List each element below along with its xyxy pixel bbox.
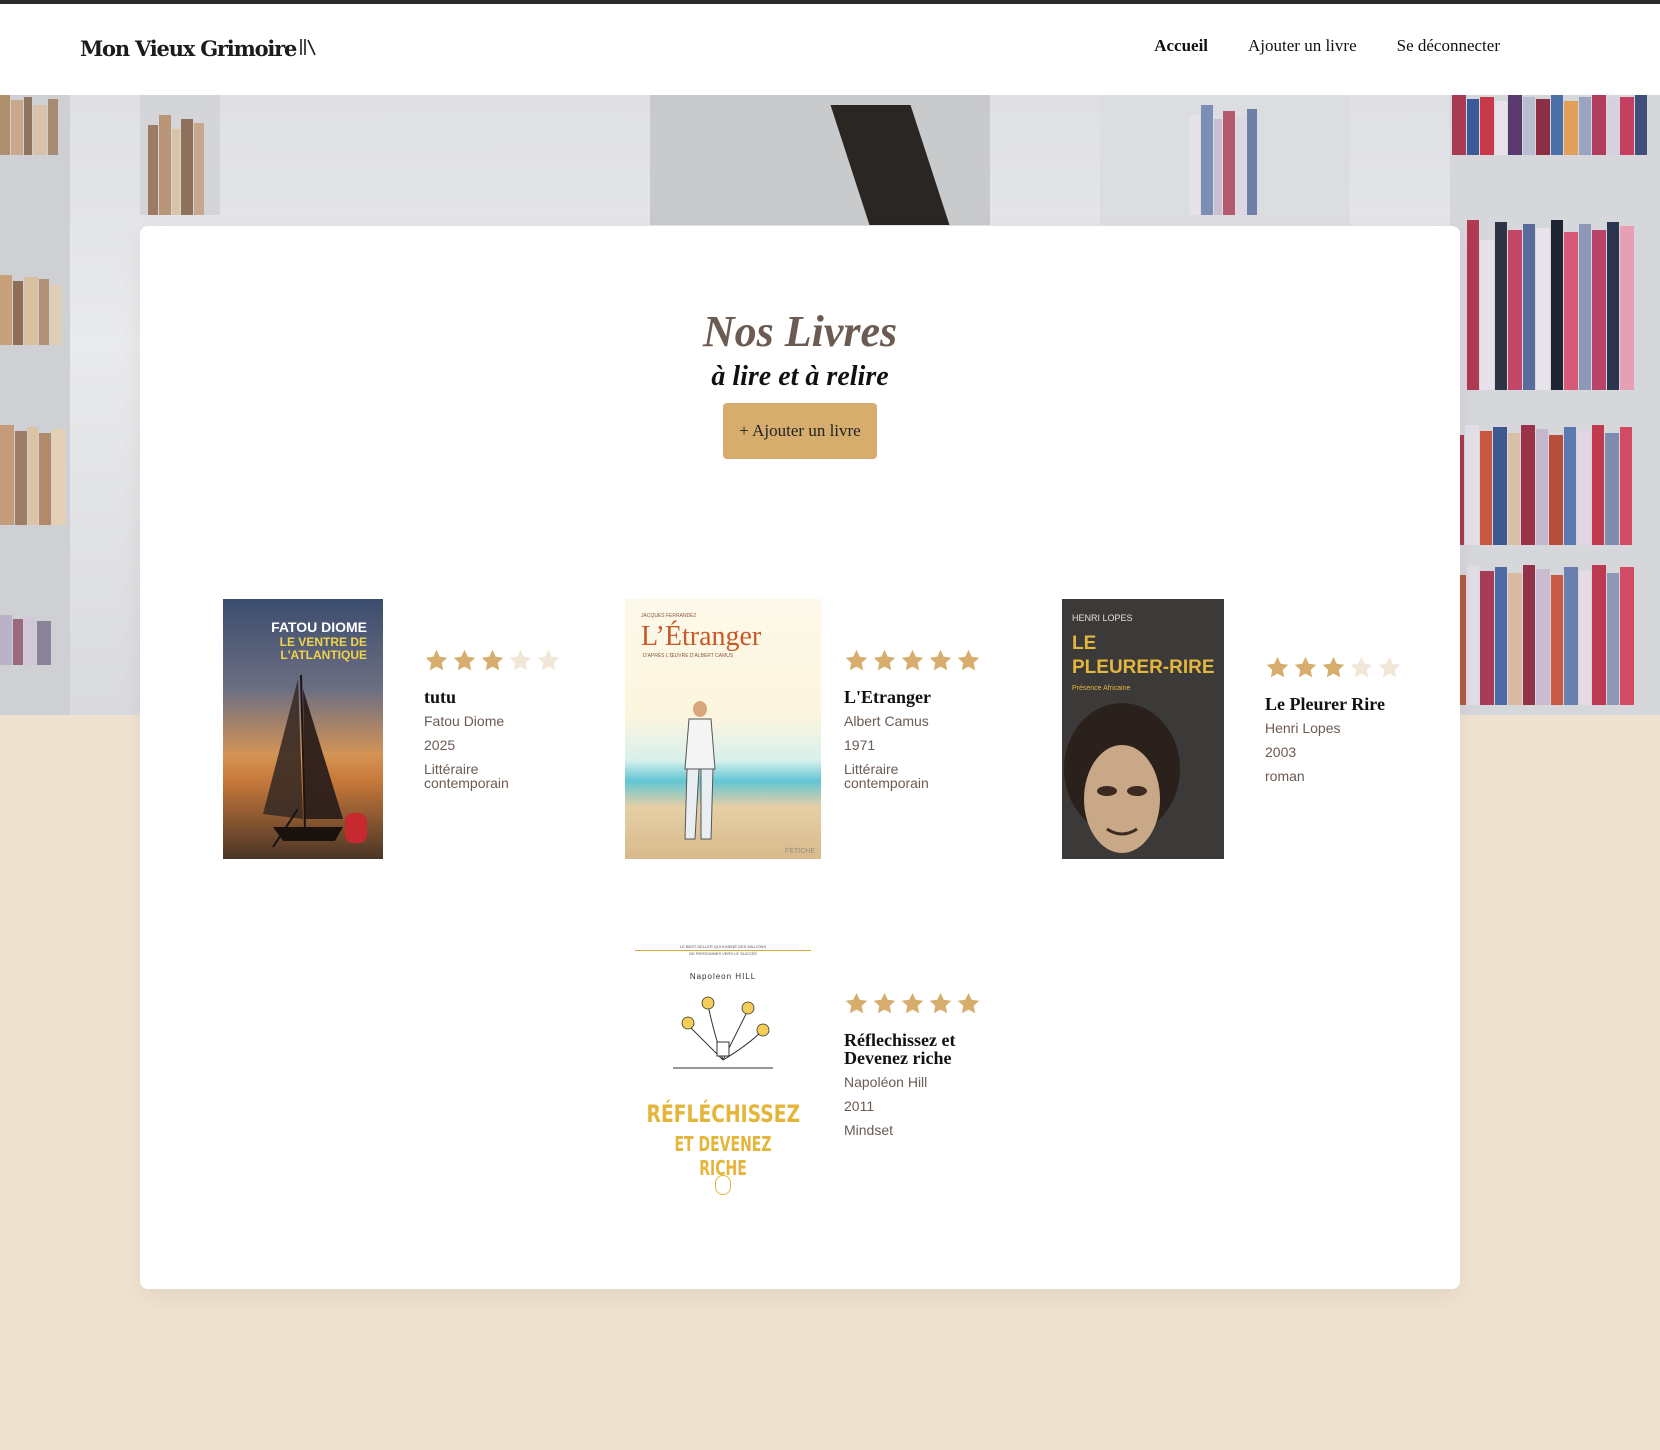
star-icon	[481, 649, 504, 671]
book-year: 2011	[844, 1098, 875, 1114]
star-icon	[929, 649, 952, 671]
book-genre: roman	[1265, 768, 1305, 784]
book-cover[interactable]: FATOU DIOME LE VENTRE DE L'ATLANTIQUE	[223, 599, 383, 859]
book-author: Albert Camus	[844, 713, 929, 729]
cover-top-text: JACQUES FERRANDEZ	[641, 613, 697, 619]
cover-title-line1: LE VENTRE DE	[279, 635, 367, 649]
book-info: tutu Fatou Diome 2025 Littéraire contemp…	[424, 648, 564, 790]
page-title: Nos Livres	[702, 307, 898, 356]
book-author: Henri Lopes	[1265, 720, 1341, 736]
book-info: Réflechissez et Devenez riche Napoléon H…	[844, 991, 984, 1137]
book-info: L'Etranger Albert Camus 1971 Littéraire …	[844, 648, 984, 790]
star-rating	[424, 648, 564, 674]
cover-title-line2: ET DEVENEZ RICHE	[674, 1132, 772, 1180]
star-icon	[453, 649, 476, 671]
star-icon	[1322, 656, 1345, 678]
logo-text: Mon Vieux Grimoire	[80, 36, 297, 61]
star-icon	[957, 992, 980, 1014]
star-icon	[509, 649, 532, 671]
book-title: Réflechissez et Devenez riche	[844, 1030, 956, 1068]
money-tree-illustration	[673, 996, 773, 1069]
sailboat-illustration	[263, 674, 343, 848]
star-rating	[1265, 655, 1405, 681]
cover-title-line1: RÉFLÉCHISSEZ	[646, 1100, 801, 1128]
star-icon	[1266, 656, 1289, 678]
cover-tagline-1: LE BEST-SELLER QUI A MENÉ DES MILLIONS	[679, 944, 767, 949]
star-rating	[844, 991, 984, 1017]
book-cover[interactable]: LE BEST-SELLER QUI A MENÉ DES MILLIONS D…	[625, 942, 821, 1202]
star-icon	[957, 649, 980, 671]
books-left-top	[0, 95, 59, 155]
book-title: tutu	[424, 687, 457, 707]
cover-author: Napoleon HILL	[689, 972, 757, 981]
book-cover[interactable]: HENRI LOPES LE PLEURER-RIRE Présence Afr…	[1062, 599, 1224, 859]
cover-title-line2: L'ATLANTIQUE	[280, 648, 367, 662]
star-icon	[901, 992, 924, 1014]
book-genre: Littéraire contemporain	[844, 761, 929, 791]
book-cover[interactable]: JACQUES FERRANDEZ L’Étranger D'APRÈS L'Œ…	[625, 599, 821, 859]
cover-title-line2: PLEURER-RIRE	[1072, 657, 1215, 678]
book-author: Napoléon Hill	[844, 1074, 928, 1090]
nav-add-book[interactable]: Ajouter un livre	[1248, 36, 1357, 56]
star-icon	[1378, 656, 1401, 678]
main-nav: Accueil Ajouter un livre Se déconnecter	[1154, 36, 1500, 56]
star-icon	[873, 649, 896, 671]
books-icon	[299, 36, 317, 61]
nav-home[interactable]: Accueil	[1154, 36, 1208, 56]
star-icon	[873, 992, 896, 1014]
site-header: Mon Vieux Grimoire Accueil Ajouter un li…	[0, 4, 1660, 95]
page-subtitle: à lire et à relire	[711, 361, 889, 392]
book-author: Fatou Diome	[424, 713, 505, 729]
cover-footer: FÉTICHE	[785, 848, 815, 855]
cover-author: HENRI LOPES	[1072, 613, 1133, 623]
book-year: 2003	[1265, 744, 1297, 760]
star-rating	[844, 648, 984, 674]
star-icon	[425, 649, 448, 671]
book-genre: Littéraire contemporain	[424, 761, 509, 791]
mask-illustration	[1064, 703, 1180, 853]
cover-subtitle: D'APRÈS L'ŒUVRE D'ALBERT CAMUS	[643, 653, 734, 659]
star-icon	[845, 992, 868, 1014]
man-illustration	[684, 701, 716, 840]
site-logo[interactable]: Mon Vieux Grimoire	[80, 36, 317, 61]
book-title: L'Etranger	[844, 687, 931, 707]
star-icon	[537, 649, 560, 671]
book-title: Le Pleurer Rire	[1265, 694, 1385, 714]
star-icon	[1294, 656, 1317, 678]
cover-tagline-2: DE PERSONNES VERS LE SUCCÈS	[689, 951, 757, 956]
publisher-logo-icon	[715, 1175, 731, 1195]
nav-logout[interactable]: Se déconnecter	[1397, 36, 1500, 56]
star-icon	[929, 992, 952, 1014]
star-icon	[1350, 656, 1373, 678]
cover-title: L’Étranger	[641, 621, 762, 652]
star-icon	[901, 649, 924, 671]
books-card: Nos Livres à lire et à relire + Ajouter …	[140, 226, 1460, 1289]
cover-author: FATOU DIOME	[271, 619, 367, 635]
book-genre: Mindset	[844, 1122, 894, 1138]
add-book-button[interactable]: + Ajouter un livre	[723, 403, 877, 459]
book-year: 2025	[424, 737, 456, 753]
cover-title-line1: LE	[1072, 633, 1097, 654]
star-icon	[845, 649, 868, 671]
cover-publisher: Présence Africaine	[1072, 685, 1131, 692]
book-year: 1971	[844, 737, 876, 753]
book-info: Le Pleurer Rire Henri Lopes 2003 roman	[1265, 655, 1405, 783]
cover-publisher-badge	[345, 813, 367, 843]
